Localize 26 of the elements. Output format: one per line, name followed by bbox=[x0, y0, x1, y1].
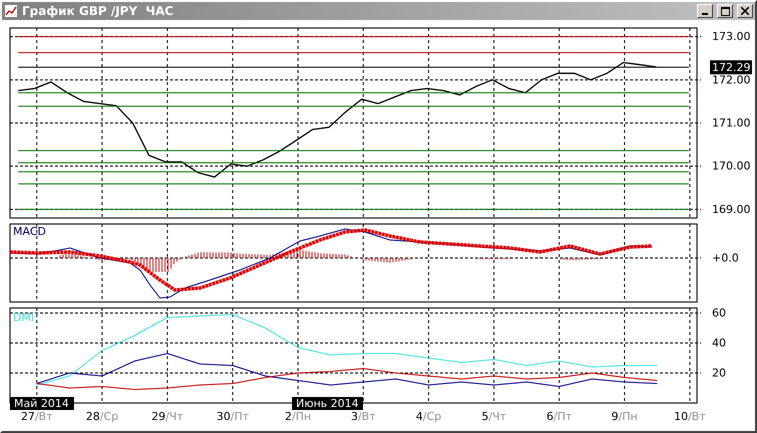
axis-label: 20 bbox=[712, 366, 726, 380]
date-label: 10/Вт bbox=[674, 410, 706, 423]
date-label: 2/Пн bbox=[284, 410, 312, 423]
indicator-label: DMI bbox=[13, 311, 34, 324]
date-label: 3/Вт bbox=[350, 410, 376, 423]
axis-label: 172.00 bbox=[712, 73, 750, 86]
window-title: График GBP /JPY ЧАС bbox=[22, 4, 174, 18]
axis-label: 170.00 bbox=[712, 160, 750, 173]
axis-label: 60 bbox=[712, 306, 726, 320]
month-label: Июнь 2014 bbox=[292, 397, 363, 410]
date-label: 28/Ср bbox=[86, 410, 118, 423]
last-price-tag: 172.29 bbox=[710, 60, 752, 74]
indicator-label: MACD bbox=[13, 225, 46, 238]
axis-label: 173.00 bbox=[712, 30, 750, 44]
date-label: 30/Пт bbox=[216, 410, 249, 423]
axis-label: 40 bbox=[712, 336, 726, 350]
date-label: 5/Чт bbox=[482, 410, 506, 423]
date-label: 9/Пн bbox=[611, 410, 638, 423]
date-label: 4/Ср bbox=[416, 410, 442, 423]
axis-label: 171.00 bbox=[712, 116, 750, 130]
date-label: 27/Вт bbox=[20, 410, 53, 423]
date-label: 6/Пт bbox=[546, 410, 572, 423]
axis-label: +0.0 bbox=[712, 252, 739, 264]
date-label: 29/Чт bbox=[152, 410, 184, 423]
axis-label: 169.00 bbox=[712, 202, 750, 216]
month-label: Май 2014 bbox=[10, 397, 74, 410]
